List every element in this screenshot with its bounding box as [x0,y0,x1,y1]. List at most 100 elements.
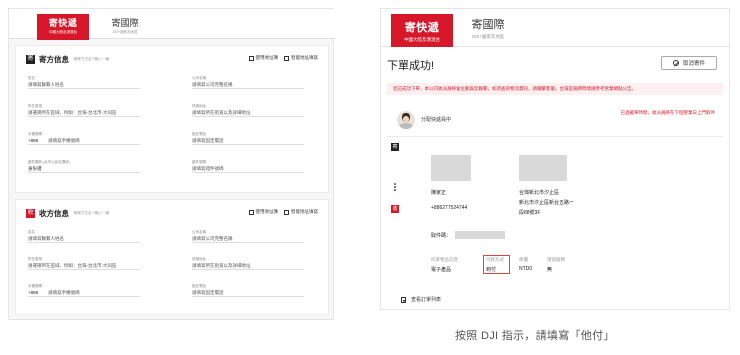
receiver-name: 陳家正 [431,190,447,196]
receiver-actions: 使用地址簿 智能地址填寫 [243,209,318,215]
address-book-icon [248,209,254,215]
receiver-header: 收 收方信息 聯繫方式至少輸入一種 [26,208,109,218]
receiver-country-code[interactable]: +886 [28,290,38,295]
goods-label: 托寄物品信息 [431,257,458,262]
service-tabs-right: 寄快遞 中國大陸及港澳台 寄國際 200+國家及地區 [381,9,731,47]
service-label: 增值服務 [547,257,565,262]
insured-value: NTD0 [519,266,533,272]
cancel-shipment-label: 取消寄件 [682,61,705,67]
receiver-smart-fill-button[interactable]: 智能地址填寫 [284,209,318,215]
tab-express-title: 寄快遞 [404,22,440,34]
sender-mobile-field: 手機號碼 +886 請填寫手機號碼 [28,132,140,145]
receiver-mobile-placeholder: 請填寫手機號碼 [48,290,80,295]
sender-id-type-field: 證件類別 (台灣公民自選填) 身份證 [28,160,140,173]
receiver-mobile-input[interactable]: +886 請填寫手機號碼 [28,289,140,297]
sender-id-type-select[interactable]: 身份證 [28,165,140,173]
smart-fill-icon [284,209,289,215]
sender-phone-field: 固定電話 請填寫固定電話 [192,132,304,145]
document-icon [401,296,406,303]
view-order-list-link[interactable]: 查看訂單列表 [401,296,441,303]
sender-address-input[interactable]: 請填寫所在街道以及詳細地址 [192,109,304,117]
sender-address-book-button[interactable]: 使用地址簿 [248,55,279,61]
sender-id-type-label-text: 證件類別 [28,160,42,164]
receiver-badge: 收 [26,208,35,218]
sender-company-input[interactable]: 請填寫公司完整名稱 [192,81,304,89]
service-value: 無 [547,267,553,273]
more-dots-icon [394,183,396,193]
receiver-card: 收 收方信息 聯繫方式至少輸入一種 使用地址簿 智能地址填寫 姓名 請填寫聯繫人… [15,199,329,315]
receiver-address-field: 詳細地址 請填寫所在街道以及詳細地址 [192,257,304,270]
receiver-address-line-2: 新北市汐止區新台五路一 [519,200,575,206]
courier-status: 分配快遞員中 [421,117,452,123]
receiver-name-input[interactable]: 請填寫聯繫人姓名 [28,235,140,243]
sender-region-select[interactable]: 請選擇所在區域，例如：台灣-台北市-大同區 [28,109,140,117]
sender-tag: 寄 [391,143,399,151]
sender-mobile-input[interactable]: +886 請填寫手機號碼 [28,137,140,145]
sender-header: 寄 寄方信息 聯繫方式至少輸入一種 [26,54,109,64]
sender-address-field: 詳細地址 請填寫所在街道以及詳細地址 [192,104,304,117]
cancel-icon [672,60,679,66]
receiver-address-line-3: 段88號3F [519,210,541,216]
sender-smart-fill-button[interactable]: 智能地址填寫 [284,55,318,61]
sender-smart-fill-label: 智能地址填寫 [291,55,318,60]
receiver-company-field: 公司名稱 請填寫公司完整名稱 [192,230,304,243]
sender-name-field: 姓名 請填寫聯繫人姓名 [28,76,140,89]
receiver-phone-input[interactable]: 請填寫固定電話 [192,289,304,297]
sender-actions: 使用地址簿 智能地址填寫 [243,55,318,61]
notice-banner: 您已成功下單，本公司收派員將會主動與您聯繫，如須查詢物流資訊，請聯繫客服。台灣區… [387,83,723,95]
tab-international-subtitle: 200+國家及地區 [112,30,138,34]
sender-phone-input[interactable]: 請填寫固定電話 [192,137,304,145]
tab-express-title: 寄快遞 [48,18,78,28]
redacted-pickup-code [455,231,505,239]
insured-label: 保價 [519,257,528,262]
sender-hint: 聯繫方式至少輸入一種 [74,56,109,61]
receiver-address-book-button[interactable]: 使用地址簿 [248,209,279,215]
receiver-smart-fill-label: 智能地址填寫 [291,209,318,214]
receiver-mobile-field: 手機號碼 +886 請填寫手機號碼 [28,284,140,297]
courier-note: 已過截單時間，收派員將在下個營業日上門取件 [620,110,716,115]
receiver-region-field: 所在區域 請選擇所在區域，例如：台灣-台北市-大同區 [28,257,140,270]
tab-express[interactable]: 寄快遞 中國大陸及港澳台 [37,14,89,40]
payment-value: 到付 [486,267,497,273]
receiver-hint: 聯繫方式至少輸入一種 [74,210,109,215]
redacted-sender-address [519,155,567,181]
receiver-phone: +886277524744 [431,205,468,211]
sender-country-code[interactable]: +886 [28,138,38,143]
sender-id-number-field: 證件號碼 請填寫證件號碼 [192,160,304,173]
tab-express-subtitle: 中國大陸及港澳台 [404,37,440,42]
tab-express-subtitle: 中國大陸及港澳台 [49,30,77,34]
sender-region-field: 所在區域 請選擇所在區域，例如：台灣-台北市-大同區 [28,104,140,117]
receiver-title: 收方信息 [39,208,69,218]
redacted-sender-info [431,155,471,181]
success-title: 下單成功! [387,60,435,72]
receiver-company-input[interactable]: 請填寫公司完整名稱 [192,235,304,243]
receiver-region-select[interactable]: 請選擇所在區域，例如：台灣-台北市-大同區 [28,262,140,270]
order-success-panel: 寄快遞 中國大陸及港澳台 寄國際 200+國家及地區 下單成功! 取消寄件 您已… [380,8,731,310]
address-book-icon [248,55,254,61]
tab-express[interactable]: 寄快遞 中國大陸及港澳台 [391,14,453,47]
sender-address-book-label: 使用地址簿 [255,55,279,60]
tab-international-title: 寄國際 [471,19,505,31]
receiver-name-field: 姓名 請填寫聯繫人姓名 [28,230,140,243]
courier-row: 分配快遞員中 已過截單時間，收派員將在下個營業日上門取件 [387,107,723,137]
order-detail: 寄 收 陳家正 +886277524744 台灣新北市汐止區 新北市汐止區新台五… [387,143,723,283]
tab-international[interactable]: 寄國際 200+國家及地區 [99,14,151,38]
cancel-shipment-button[interactable]: 取消寄件 [661,56,717,70]
sender-id-number-input[interactable]: 請填寫證件號碼 [192,165,304,173]
service-tabs: 寄快遞 中國大陸及港澳台 寄國際 200+國家及地區 [9,9,335,40]
sender-title: 寄方信息 [39,54,69,64]
receiver-address-book-label: 使用地址簿 [255,209,279,214]
receiver-tag: 收 [391,205,399,213]
caption: 按照 DJI 指示，請填寫「他付」 [455,330,615,342]
receiver-address-input[interactable]: 請填寫所在街道以及詳細地址 [192,262,304,270]
tab-international[interactable]: 寄國際 200+國家及地區 [457,16,519,44]
tab-international-subtitle: 200+國家及地區 [471,34,505,39]
sender-name-input[interactable]: 請填寫聯繫人姓名 [28,81,140,89]
pickup-code-label: 取件碼： [431,233,452,239]
avatar [397,111,415,129]
receiver-address-line-1: 台灣新北市汐止區 [519,190,560,196]
receiver-phone-field: 固定電話 請填寫固定電話 [192,284,304,297]
order-form-panel: 寄快遞 中國大陸及港澳台 寄國際 200+國家及地區 寄 寄方信息 聯繫方式至少… [8,8,335,320]
avatar-face [403,116,409,122]
sender-badge: 寄 [26,54,35,64]
